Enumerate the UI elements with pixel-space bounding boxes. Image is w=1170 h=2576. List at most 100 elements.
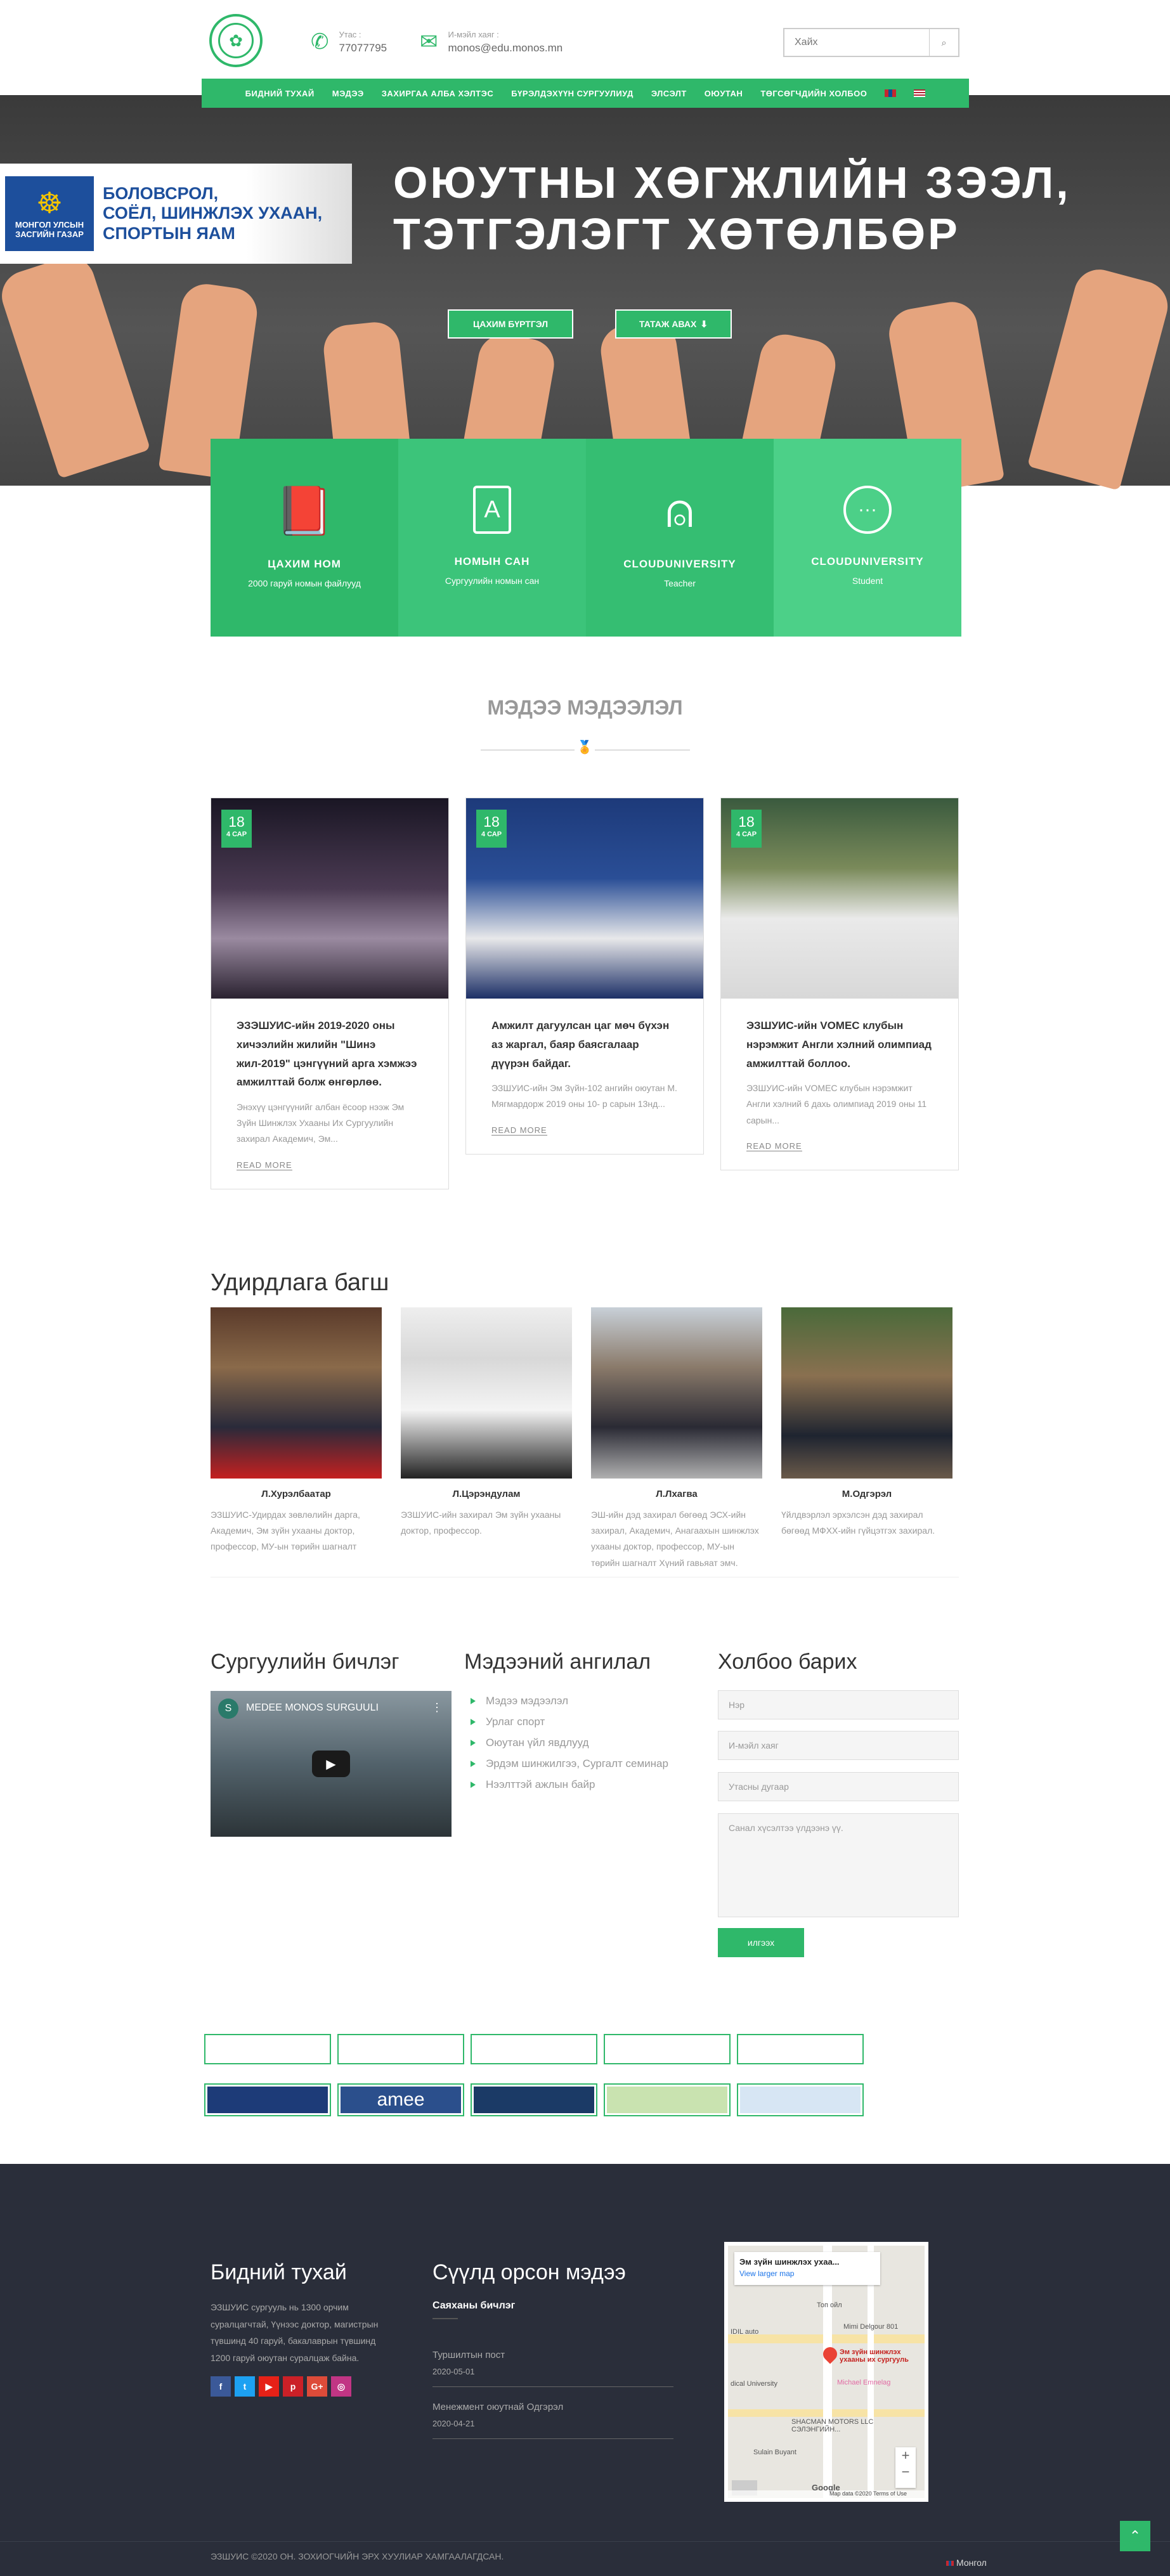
partner-logo[interactable]: [604, 2083, 731, 2116]
language-switcher[interactable]: Монгол: [946, 2558, 987, 2568]
news-card[interactable]: 18 4 САР ЭЗЭШУИС-ийн 2019-2020 оны хичээл…: [211, 798, 449, 1189]
divider: [432, 2318, 458, 2319]
category-item[interactable]: Мэдээ мэдээлэл: [471, 1690, 668, 1711]
read-more-link[interactable]: READ MORE: [491, 1125, 547, 1136]
staff-photo[interactable]: [401, 1307, 572, 1479]
news-image[interactable]: 18 4 САР: [211, 798, 448, 999]
category-item[interactable]: Нээлттэй ажлын байр: [471, 1774, 668, 1795]
post-date: 2020-04-21: [432, 2419, 475, 2428]
play-icon[interactable]: ▶: [312, 1751, 350, 1777]
read-more-link[interactable]: READ MORE: [237, 1160, 292, 1170]
video-player[interactable]: S MEDEE MONOS SURGUULI ⋮ ▶: [211, 1691, 452, 1837]
view-larger-map-link[interactable]: View larger map: [739, 2269, 875, 2278]
news-image[interactable]: 18 4 САР: [721, 798, 958, 999]
register-button[interactable]: ЦАХИМ БҮРТГЭЛ: [448, 309, 573, 339]
nav-item-students[interactable]: ОЮУТАН: [705, 89, 743, 98]
nav-item-about[interactable]: БИДНИЙ ТУХАЙ: [245, 89, 315, 98]
post-title[interactable]: Менежмент оюутнай Одгэрэл: [432, 2402, 673, 2412]
partner-slot[interactable]: [337, 2034, 464, 2064]
read-more-link[interactable]: READ MORE: [746, 1141, 802, 1151]
map-zoom-controls[interactable]: + −: [895, 2447, 916, 2488]
category-item[interactable]: Эрдэм шинжилгээ, Сургалт семинар: [471, 1753, 668, 1774]
news-excerpt: ЭЗШУИС-ийн Эм Зүйн-102 ангийн оюутан М. …: [491, 1083, 677, 1110]
logo-emblem-icon: ✿: [218, 23, 254, 58]
scroll-to-top-icon[interactable]: ⌃: [1120, 2521, 1150, 2551]
staff-card[interactable]: М.Одгэрэл Үйлдвэрлэл эрхэлсэн дэд захира…: [781, 1307, 952, 1539]
footer-recent-title: Сүүлд орсон мэдээ: [432, 2260, 626, 2284]
feature-ebook[interactable]: 📕 ЦАХИМ НОМ 2000 гаруй номын файлууд: [211, 439, 398, 637]
news-title[interactable]: ЭЗЭШУИС-ийн 2019-2020 оны хичээлийн жили…: [237, 1016, 423, 1092]
partner-slot[interactable]: [737, 2034, 864, 2064]
zoom-out-icon[interactable]: −: [895, 2464, 916, 2480]
news-image[interactable]: 18 4 САР: [466, 798, 703, 999]
message-field[interactable]: Санал хүсэлтээ үлдээнэ үү.: [718, 1813, 959, 1917]
map-label: Michael Emnelag: [837, 2379, 891, 2386]
google-map[interactable]: Эм зүйн шинжлэх ухаа... View larger map …: [724, 2242, 928, 2502]
partner-slot[interactable]: [204, 2034, 331, 2064]
nav-item-schools[interactable]: БҮРЭЛДЭХҮҮН СУРГУУЛИУД: [511, 89, 634, 98]
staff-card[interactable]: Л.Цэрэндулам ЭЗШУИС-ийн захирал Эм зүйн …: [401, 1307, 572, 1539]
terms-link[interactable]: Terms of Use: [873, 2490, 907, 2497]
instagram-icon[interactable]: ◎: [331, 2376, 351, 2397]
staff-name: Л.Цэрэндулам: [452, 1489, 521, 1499]
phone-field[interactable]: Утасны дугаар: [718, 1772, 959, 1801]
partner-logo[interactable]: [737, 2083, 864, 2116]
nav-item-admission[interactable]: ЭЛСЭЛТ: [651, 89, 687, 98]
news-card[interactable]: 18 4 САР Амжилт дагуулсан цаг мөч бүхэн а…: [465, 798, 704, 1155]
footer-post[interactable]: Менежмент оюутнай Одгэрэл 2020-04-21: [432, 2402, 673, 2439]
map-label: Топ ойл: [817, 2301, 842, 2309]
news-title[interactable]: Амжилт дагуулсан цаг мөч бүхэн аз жаргал…: [491, 1016, 678, 1073]
search-input[interactable]: Хайх: [784, 29, 929, 56]
staff-photo[interactable]: [781, 1307, 952, 1479]
partner-slot[interactable]: [471, 2034, 597, 2064]
facebook-icon[interactable]: f: [211, 2376, 231, 2397]
feature-subtitle: Сургуулийн номын сан: [445, 576, 540, 586]
more-vert-icon[interactable]: ⋮: [431, 1701, 443, 1714]
google-plus-icon[interactable]: G+: [307, 2376, 327, 2397]
partner-logo-image: [607, 2087, 727, 2113]
feature-student[interactable]: ··· CLOUDUNIVERSITY Student: [774, 439, 961, 637]
twitter-icon[interactable]: t: [235, 2376, 255, 2397]
partner-logo[interactable]: amee: [337, 2083, 464, 2116]
post-date: 2020-05-01: [432, 2367, 475, 2376]
category-item[interactable]: Оюутан үйл явдлууд: [471, 1732, 668, 1753]
nav-item-alumni[interactable]: ТӨГСӨГЧДИЙН ХОЛБОО: [760, 89, 867, 98]
nav-item-news[interactable]: МЭДЭЭ: [332, 89, 364, 98]
staff-card[interactable]: Л.Хурэлбаатар ЭЗШУИС-Удирдах зөвлөлийн д…: [211, 1307, 382, 1555]
feature-teacher[interactable]: ⍝ CLOUDUNIVERSITY Teacher: [586, 439, 774, 637]
partner-logo[interactable]: [204, 2083, 331, 2116]
site-logo[interactable]: ✿: [209, 14, 263, 67]
channel-avatar: S: [218, 1699, 238, 1719]
page: ✿ ✆ Утас : 77077795 ✉ И-мэйл хаяг : monos@…: [0, 0, 1170, 2576]
post-title[interactable]: Туршилтын пост: [432, 2350, 673, 2360]
youtube-icon[interactable]: ▶: [259, 2376, 279, 2397]
download-button[interactable]: ТАТАЖ АВАХ ⬇: [615, 309, 732, 339]
category-item[interactable]: Урлаг спорт: [471, 1711, 668, 1732]
feature-title: НОМЫН САН: [454, 555, 530, 567]
news-card[interactable]: 18 4 САР ЭЗШУИС-ийн VOMEC клубын нэрэмжит…: [720, 798, 959, 1170]
search-icon[interactable]: ⌕: [929, 29, 958, 56]
news-title[interactable]: ЭЗШУИС-ийн VOMEC клубын нэрэмжит Англи х…: [746, 1016, 933, 1073]
email-field[interactable]: И-мэйл хаяг: [718, 1731, 959, 1760]
name-field[interactable]: Нэр: [718, 1690, 959, 1719]
pinterest-icon[interactable]: p: [283, 2376, 303, 2397]
partner-logo[interactable]: [471, 2083, 597, 2116]
us-flag-icon[interactable]: [914, 89, 926, 97]
footer-post[interactable]: Туршилтын пост 2020-05-01: [432, 2350, 673, 2387]
nav-item-administration[interactable]: ЗАХИРГАА АЛБА ХЭЛТЭС: [382, 89, 493, 98]
ministry-banner: ☸ МОНГОЛ УЛСЫН ЗАСГИЙН ГАЗАР БОЛОВСРОЛ, …: [0, 164, 352, 264]
map-info-card: Эм зүйн шинжлэх ухаа... View larger map: [734, 2252, 880, 2285]
partner-slot[interactable]: [604, 2034, 731, 2064]
map-data-label: Map data ©2020: [829, 2490, 872, 2497]
send-button[interactable]: илгээх: [718, 1928, 804, 1957]
download-icon: ⬇: [700, 318, 708, 329]
staff-card[interactable]: Л.Лхагва ЭШ-ийн дэд захирал бөгөөд ЭСХ-и…: [591, 1307, 762, 1571]
mongolian-flag-icon[interactable]: [885, 89, 897, 97]
staff-photo[interactable]: [591, 1307, 762, 1479]
email-value: monos@edu.monos.mn: [448, 41, 563, 54]
staff-description: ЭЗШУИС-ийн захирал Эм зүйн ухааны доктор…: [401, 1510, 561, 1536]
feature-library[interactable]: A НОМЫН САН Сургуулийн номын сан: [398, 439, 586, 637]
staff-photo[interactable]: [211, 1307, 382, 1479]
date-badge: 18 4 САР: [221, 810, 252, 848]
zoom-in-icon[interactable]: +: [895, 2447, 916, 2464]
